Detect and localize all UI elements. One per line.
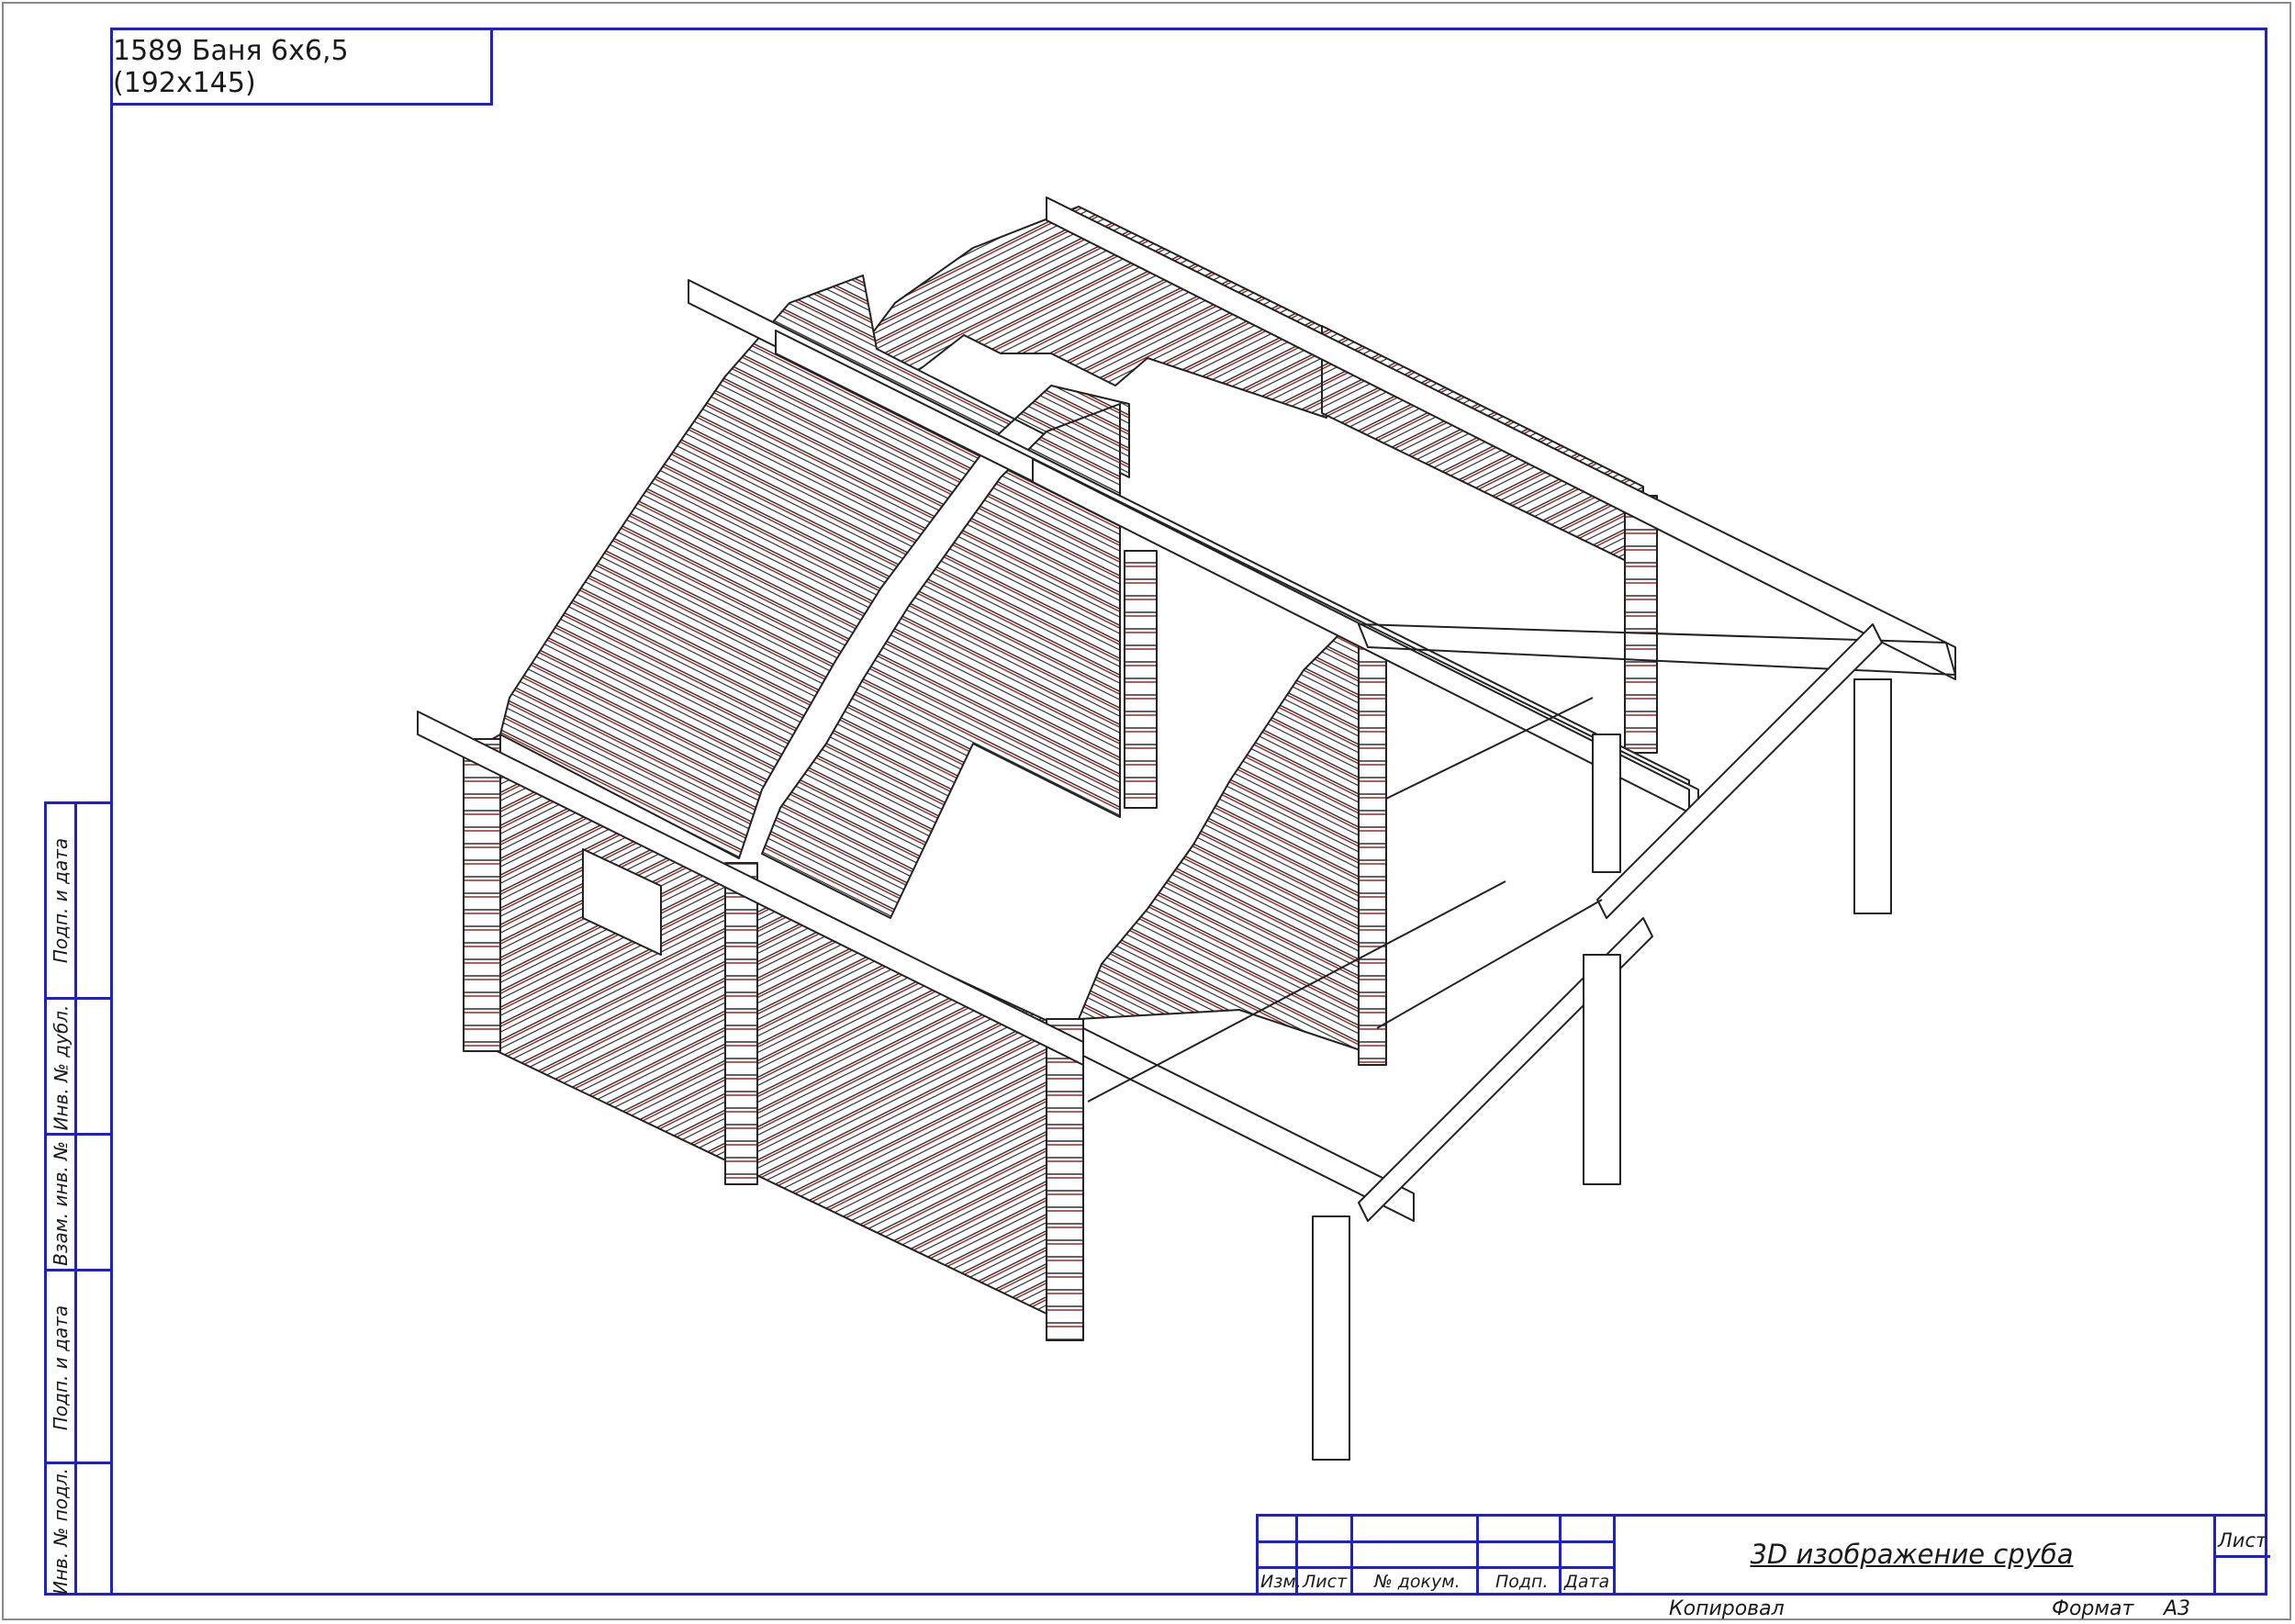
corner-notch-porch (1358, 642, 1387, 1066)
right-gable-wall (1078, 633, 1378, 1057)
log-frame-3d-drawing (417, 196, 1956, 1461)
porch-post-inner (1592, 734, 1621, 873)
porch-post-middle (1583, 954, 1621, 1185)
footer-format-label: Формат (2052, 1597, 2134, 1620)
stamp-header-n-dokum: № докум. (1374, 1572, 1461, 1592)
corner-notch-left (463, 738, 501, 1052)
footer-copied-label: Копировал (1669, 1597, 1785, 1620)
stamp-header-podp: Подп. (1495, 1572, 1549, 1592)
stamp-header-izm: Изм. (1260, 1572, 1302, 1592)
porch-post-back (1853, 678, 1892, 914)
stamp-sheet-label: Лист (2218, 1529, 2267, 1551)
corner-notch-front (1046, 1018, 1084, 1341)
stamp-header-data: Дата (1564, 1572, 1610, 1592)
purlin-top-back (1046, 196, 1956, 680)
footer-format-value: А3 (2164, 1597, 2191, 1620)
stamp-header-list: Лист (1303, 1572, 1348, 1592)
corner-notch-back-middle (1124, 550, 1158, 809)
porch-post-front (1312, 1215, 1350, 1461)
drawing-title: 3D изображение сруба (1750, 1539, 2074, 1570)
corner-notch-middle (724, 862, 758, 1185)
corner-notch-back-right (1624, 495, 1658, 754)
